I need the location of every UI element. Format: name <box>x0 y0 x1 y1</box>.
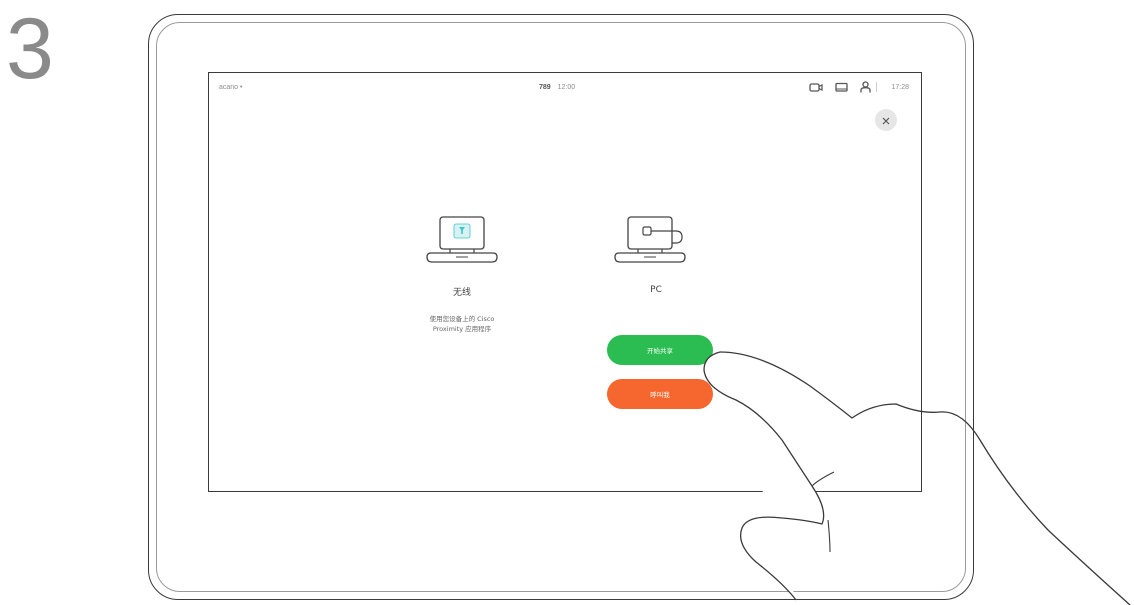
close-icon <box>881 111 891 130</box>
wireless-option[interactable]: 无线 使用您设备上的 Cisco Proximity 应用程序 <box>387 213 537 335</box>
clock: 17:28 <box>891 84 909 91</box>
wireless-description-line: 使用您设备上的 Cisco <box>429 315 495 323</box>
wireless-title: 无线 <box>452 288 471 298</box>
status-icons <box>809 81 871 95</box>
pc-option[interactable]: PC <box>581 213 731 295</box>
camera-icon[interactable] <box>809 82 823 95</box>
call-info: 789 12:00 <box>539 84 575 91</box>
system-name: acano • <box>219 84 243 91</box>
status-bar: acano • 789 12:00 17:28 <box>209 73 921 101</box>
display-icon[interactable] <box>835 82 848 95</box>
laptop-wireless-icon <box>387 213 537 269</box>
close-button[interactable] <box>875 109 897 131</box>
laptop-cable-icon <box>581 213 731 269</box>
step-number: 3 <box>6 1 54 97</box>
wireless-description-line: Proximity 应用程序 <box>432 325 492 334</box>
person-icon[interactable] <box>860 81 871 95</box>
wireless-description: 使用您设备上的 Cisco Proximity 应用程序 <box>387 314 537 335</box>
call-me-button[interactable]: 呼叫我 <box>607 379 713 409</box>
extension-number: 789 <box>539 84 551 91</box>
touch-panel-screen: acano • 789 12:00 17:28 无线 使用您设备上的 Cisco… <box>208 72 922 492</box>
start-sharing-button[interactable]: 开始共享 <box>607 335 713 365</box>
status-divider <box>876 82 877 92</box>
call-duration: 12:00 <box>557 84 576 91</box>
pc-title: PC <box>650 285 662 295</box>
